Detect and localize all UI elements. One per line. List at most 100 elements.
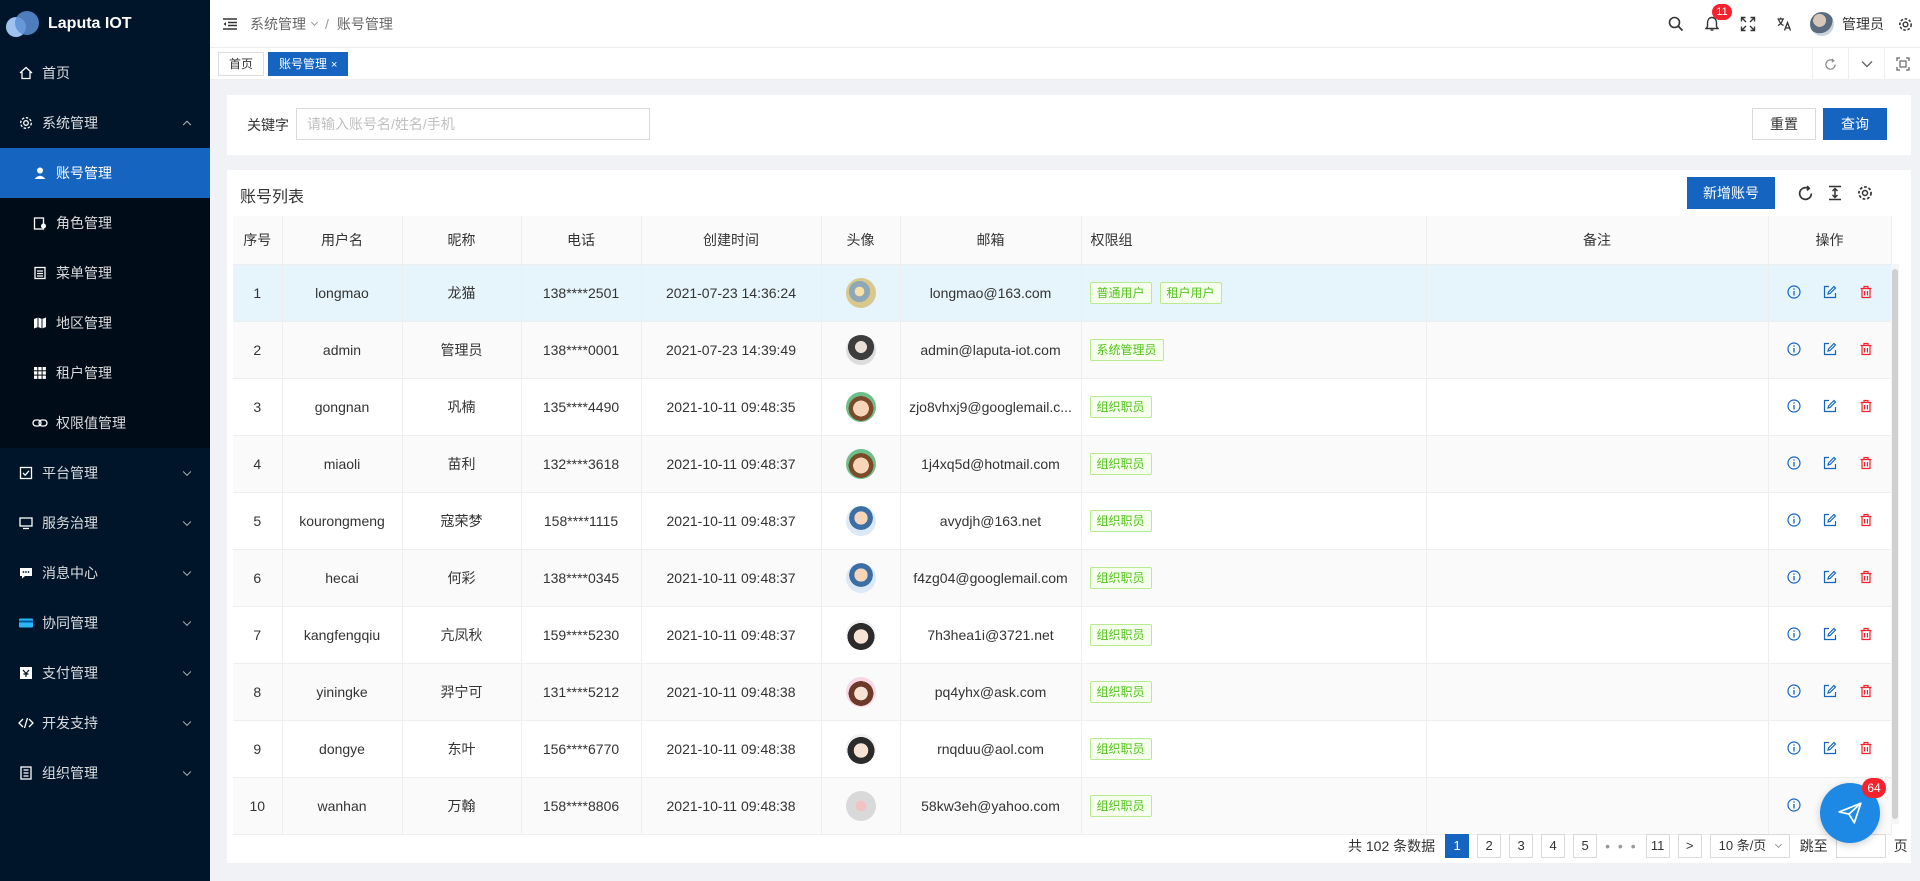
edit-icon[interactable] <box>1822 284 1838 300</box>
chevron-down-icon[interactable] <box>1848 48 1884 80</box>
sidebar-item-tenant[interactable]: 租户管理 <box>0 348 210 398</box>
query-button[interactable]: 查询 <box>1823 108 1887 140</box>
edit-icon[interactable] <box>1822 626 1838 642</box>
page-ellipsis[interactable]: • • • <box>1605 838 1637 854</box>
info-icon[interactable] <box>1786 626 1802 642</box>
sidebar-item-label: 菜单管理 <box>56 265 112 281</box>
sidebar-item-payment[interactable]: 支付管理 <box>0 648 210 698</box>
float-badge: 64 <box>1862 778 1886 798</box>
sidebar-item-label: 系统管理 <box>42 115 98 131</box>
table-row[interactable]: 7 kangfengqiu 亢凤秋 159****5230 2021-10-11 09:… <box>233 606 1892 664</box>
sidebar-item-platform[interactable]: 平台管理 <box>0 448 210 498</box>
next-page-button[interactable]: > <box>1677 834 1702 858</box>
delete-icon[interactable] <box>1858 683 1874 699</box>
table-row[interactable]: 1 longmao 龙猫 138****2501 2021-07-23 14:36:24… <box>233 264 1892 322</box>
table-row[interactable]: 6 hecai 何彩 138****0345 2021-10-11 09:48:37 f4… <box>233 549 1892 607</box>
info-icon[interactable] <box>1786 341 1802 357</box>
info-icon[interactable] <box>1786 512 1802 528</box>
delete-icon[interactable] <box>1858 740 1874 756</box>
column-header: 备注 <box>1426 216 1769 265</box>
table-scrollbar[interactable] <box>1891 264 1899 824</box>
breadcrumb-item-system[interactable]: 系统管理 <box>250 14 306 34</box>
refresh-icon[interactable] <box>1790 177 1820 209</box>
delete-icon[interactable] <box>1858 284 1874 300</box>
cell-note <box>1426 777 1769 835</box>
user-menu[interactable]: 管理员 <box>1810 12 1884 36</box>
code-icon <box>18 715 34 731</box>
table-row[interactable]: 10 wanhan 万翰 158****8806 2021-10-11 09:48:38… <box>233 777 1892 835</box>
edit-icon[interactable] <box>1822 455 1838 471</box>
sidebar-item-system[interactable]: 系统管理 <box>0 98 210 148</box>
search-icon[interactable] <box>1658 0 1694 48</box>
table-row[interactable]: 5 kourongmeng 寇荣梦 158****1115 2021-10-11 09:… <box>233 492 1892 550</box>
tab-account[interactable]: 账号管理 × <box>268 51 349 76</box>
tab-home[interactable]: 首页 <box>218 51 265 76</box>
delete-icon[interactable] <box>1858 398 1874 414</box>
reset-button[interactable]: 重置 <box>1752 108 1816 140</box>
cell-username: admin <box>282 321 403 379</box>
jump-label: 跳至 <box>1799 838 1828 854</box>
table-row[interactable]: 8 yiningke 羿宁可 131****5212 2021-10-11 09:48:… <box>233 663 1892 721</box>
info-icon[interactable] <box>1786 797 1802 813</box>
page-button-last[interactable]: 11 <box>1645 834 1670 858</box>
sidebar-item-permission[interactable]: 权限值管理 <box>0 398 210 448</box>
sidebar-item-role[interactable]: 角色管理 <box>0 198 210 248</box>
table-row[interactable]: 2 admin 管理员 138****0001 2021-07-23 14:39:49 a… <box>233 321 1892 379</box>
edit-icon[interactable] <box>1822 569 1838 585</box>
translate-icon[interactable] <box>1766 0 1802 48</box>
sidebar-item-message[interactable]: 消息中心 <box>0 548 210 598</box>
edit-icon[interactable] <box>1822 512 1838 528</box>
sidebar-item-region[interactable]: 地区管理 <box>0 298 210 348</box>
info-icon[interactable] <box>1786 455 1802 471</box>
table-row[interactable]: 9 dongye 东叶 156****6770 2021-10-11 09:48:38 r… <box>233 720 1892 778</box>
edit-icon[interactable] <box>1822 740 1838 756</box>
table-row[interactable]: 3 gongnan 巩楠 135****4490 2021-10-11 09:48:35… <box>233 378 1892 436</box>
add-account-button[interactable]: 新增账号 <box>1687 177 1775 209</box>
page-button[interactable]: 3 <box>1509 834 1534 858</box>
settings-icon[interactable] <box>1850 177 1880 209</box>
delete-icon[interactable] <box>1858 626 1874 642</box>
delete-icon[interactable] <box>1858 455 1874 471</box>
sidebar-item-dev[interactable]: 开发支持 <box>0 698 210 748</box>
fullscreen-icon[interactable] <box>1730 0 1766 48</box>
search-panel: 关键字 重置 查询 <box>227 95 1911 155</box>
page-button[interactable]: 1 <box>1445 834 1470 858</box>
edit-icon[interactable] <box>1822 683 1838 699</box>
search-input[interactable] <box>296 108 650 140</box>
page-button[interactable]: 4 <box>1541 834 1566 858</box>
sidebar-item-org[interactable]: 组织管理 <box>0 748 210 798</box>
close-icon[interactable]: × <box>331 59 337 71</box>
expand-icon[interactable] <box>1884 48 1920 80</box>
info-icon[interactable] <box>1786 569 1802 585</box>
sidebar-item-home[interactable]: 首页 <box>0 48 210 98</box>
cell-created: 2021-07-23 14:39:49 <box>641 321 822 379</box>
org-icon <box>18 765 34 781</box>
table-row[interactable]: 4 miaoli 苗利 132****3618 2021-10-11 09:48:37 1… <box>233 435 1892 493</box>
delete-icon[interactable] <box>1858 341 1874 357</box>
logo[interactable]: Laputa IOT <box>0 0 210 48</box>
scrollbar-thumb[interactable] <box>1892 269 1898 819</box>
refresh-tab-icon[interactable] <box>1812 48 1848 80</box>
settings-gear-icon[interactable] <box>1890 0 1920 48</box>
edit-icon[interactable] <box>1822 341 1838 357</box>
avatar <box>845 391 876 422</box>
info-icon[interactable] <box>1786 683 1802 699</box>
sidebar-item-menu[interactable]: 菜单管理 <box>0 248 210 298</box>
page-button[interactable]: 2 <box>1477 834 1502 858</box>
info-icon[interactable] <box>1786 284 1802 300</box>
info-icon[interactable] <box>1786 398 1802 414</box>
column-height-icon[interactable] <box>1820 177 1850 209</box>
cell-actions <box>1768 264 1892 322</box>
sidebar-item-collab[interactable]: 协同管理 <box>0 598 210 648</box>
cell-actions <box>1768 378 1892 436</box>
menu-fold-icon[interactable] <box>222 16 238 32</box>
bell-icon[interactable]: 11 <box>1694 0 1732 48</box>
page-button[interactable]: 5 <box>1573 834 1598 858</box>
info-icon[interactable] <box>1786 740 1802 756</box>
edit-icon[interactable] <box>1822 398 1838 414</box>
sidebar-item-service[interactable]: 服务治理 <box>0 498 210 548</box>
delete-icon[interactable] <box>1858 512 1874 528</box>
sidebar-item-account[interactable]: 账号管理 <box>0 148 210 198</box>
delete-icon[interactable] <box>1858 569 1874 585</box>
page-size-select[interactable]: 10 条/页 <box>1709 834 1790 858</box>
